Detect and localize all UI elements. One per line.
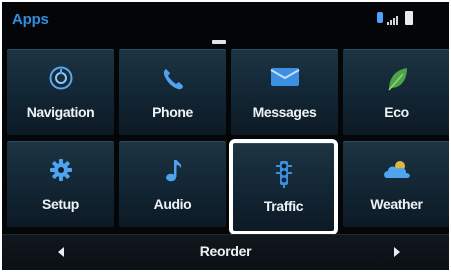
app-tile-phone[interactable]: Phone [119, 49, 226, 135]
weather-cloud-icon [382, 158, 412, 185]
app-label: Weather [370, 196, 423, 212]
app-label: Eco [384, 104, 409, 120]
app-label: Traffic [263, 198, 304, 214]
top-bar: Apps [2, 2, 449, 48]
app-label: Phone [152, 104, 193, 120]
eco-leaf-icon [385, 66, 409, 97]
page-indicator [212, 40, 226, 44]
app-label: Audio [153, 196, 192, 212]
bluetooth-icon [377, 12, 383, 23]
next-page-icon[interactable] [394, 247, 400, 257]
app-label: Messages [252, 104, 317, 120]
phone-icon [160, 66, 186, 97]
page-title: Apps [12, 11, 49, 28]
app-tile-audio[interactable]: Audio [119, 141, 226, 227]
bottom-bar: Reorder [2, 234, 449, 270]
app-tile-traffic[interactable]: Traffic [229, 139, 338, 235]
messages-icon [270, 66, 300, 93]
app-tile-setup[interactable]: Setup [7, 141, 114, 227]
gear-icon [49, 158, 73, 187]
apps-screen: Apps Navigation Phone Messages Eco Setup… [2, 2, 449, 270]
battery-icon [405, 11, 413, 25]
navigation-icon [49, 66, 73, 95]
music-note-icon [163, 158, 183, 189]
app-tile-navigation[interactable]: Navigation [7, 49, 114, 135]
traffic-light-icon [275, 160, 293, 193]
app-tile-weather[interactable]: Weather [343, 141, 449, 227]
app-tile-eco[interactable]: Eco [343, 49, 449, 135]
app-label: Setup [42, 196, 79, 212]
signal-icon [387, 15, 400, 25]
reorder-button[interactable]: Reorder [2, 243, 449, 259]
app-label: Navigation [26, 104, 95, 120]
app-tile-messages[interactable]: Messages [231, 49, 338, 135]
